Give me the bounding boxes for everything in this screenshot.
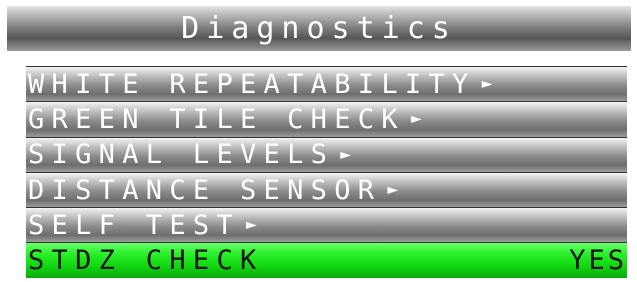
- submenu-arrow-icon: ►: [410, 108, 422, 130]
- menu-item-label: DISTANCE SENSOR: [28, 174, 382, 206]
- title-bar: Diagnostics: [7, 6, 631, 51]
- submenu-arrow-icon: ►: [246, 214, 257, 236]
- menu-item-stdz-check[interactable]: STDZ CHECK YES: [26, 242, 627, 278]
- menu-item-signal-levels[interactable]: SIGNAL LEVELS ►: [26, 136, 627, 172]
- menu-item-label: SELF TEST: [28, 209, 240, 241]
- page-title: Diagnostics: [181, 10, 457, 46]
- menu-item-label: GREEN TILE CHECK: [28, 103, 405, 135]
- stdz-check-value: YES: [569, 245, 627, 277]
- submenu-arrow-icon: ►: [387, 179, 399, 201]
- submenu-arrow-icon: ►: [340, 143, 352, 165]
- menu-item-label: STDZ CHECK: [28, 245, 264, 277]
- submenu-arrow-icon: ►: [481, 73, 493, 95]
- menu-item-green-tile-check[interactable]: GREEN TILE CHECK ►: [26, 101, 627, 137]
- menu-item-distance-sensor[interactable]: DISTANCE SENSOR ►: [26, 171, 627, 208]
- diagnostics-menu: WHITE REPEATABILITY ► GREEN TILE CHECK ►…: [26, 66, 627, 278]
- menu-item-self-test[interactable]: SELF TEST ►: [26, 207, 627, 243]
- menu-item-label: WHITE REPEATABILITY: [28, 68, 476, 100]
- menu-item-white-repeatability[interactable]: WHITE REPEATABILITY ►: [26, 66, 627, 102]
- menu-item-label: SIGNAL LEVELS: [28, 139, 335, 171]
